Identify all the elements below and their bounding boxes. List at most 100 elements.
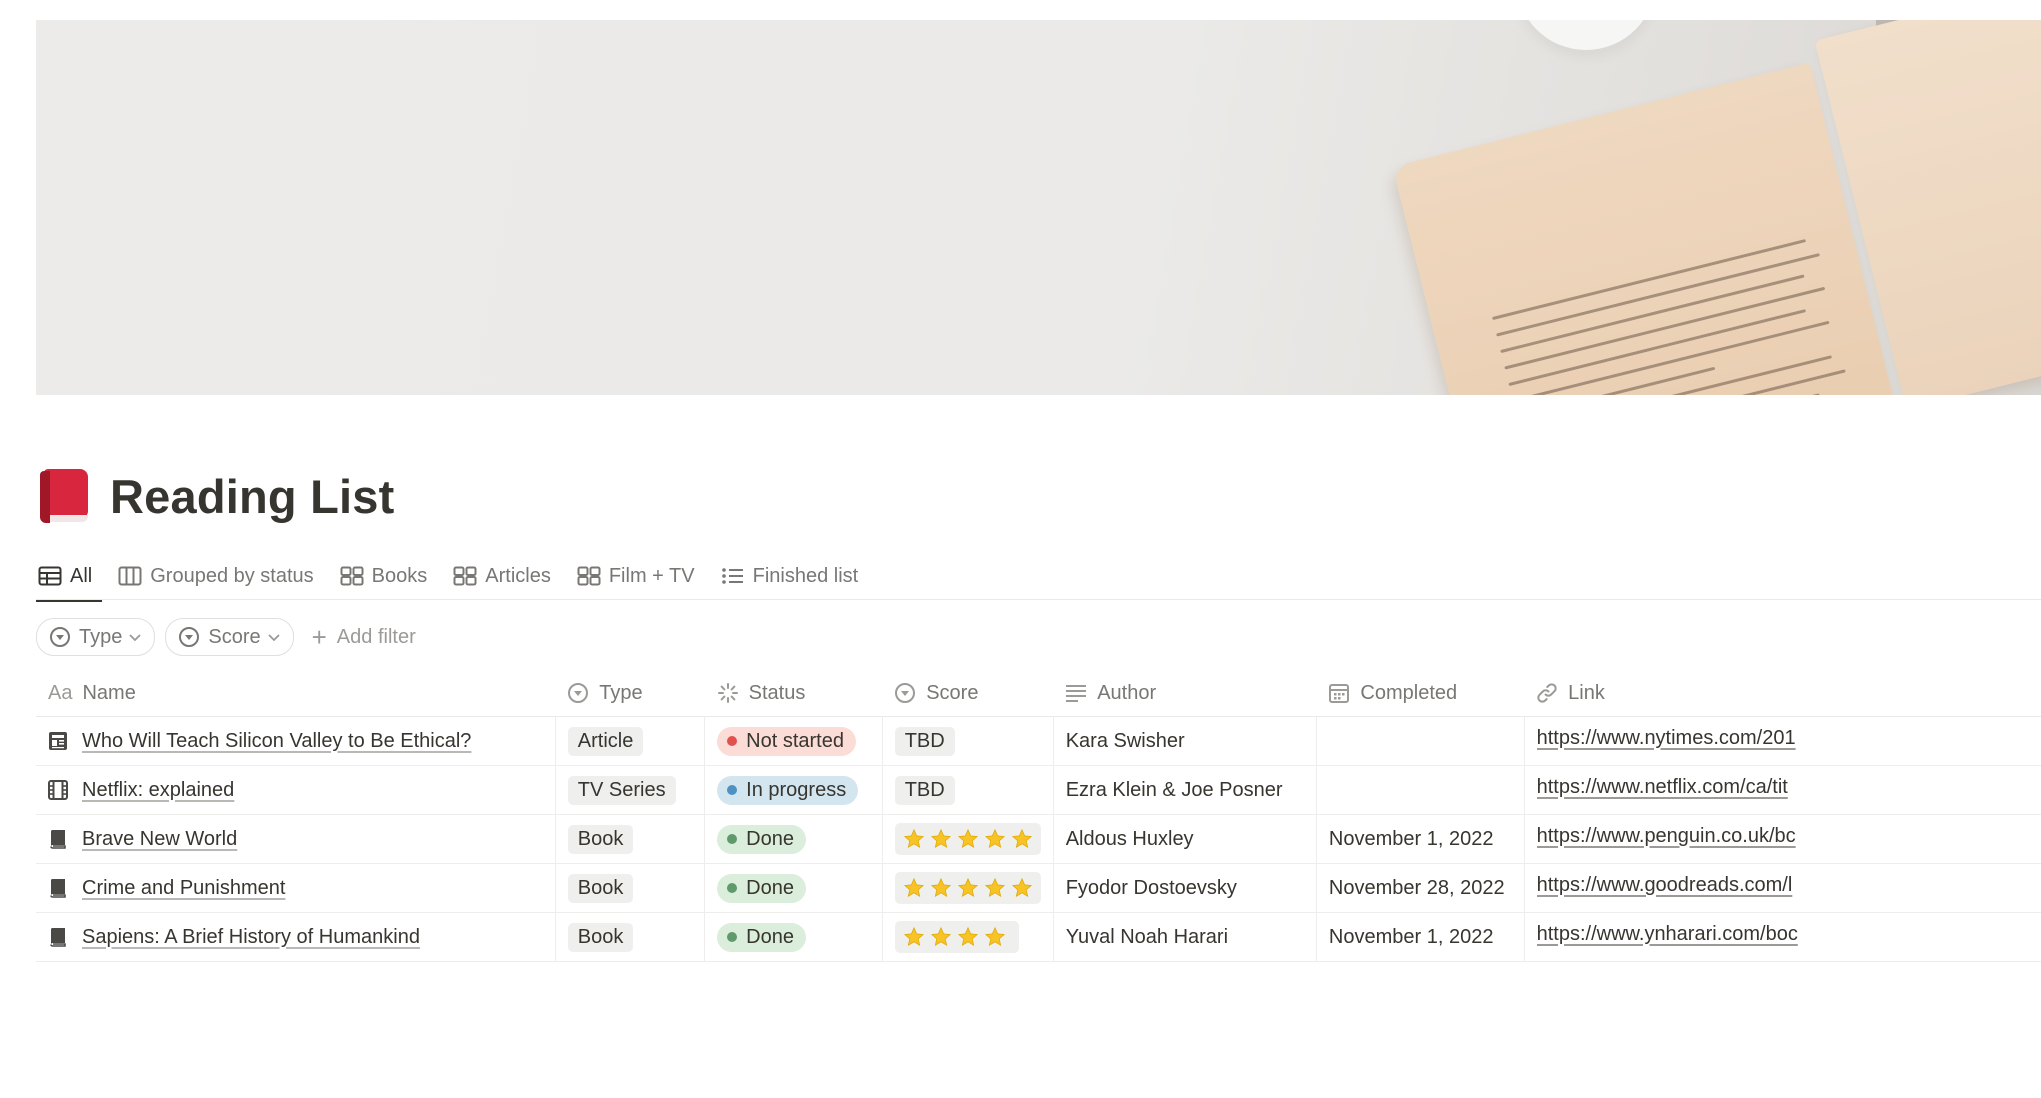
table-row[interactable]: Netflix: explained TV Series In progress… [36, 765, 2041, 815]
status-badge: In progress [717, 775, 859, 805]
table-row[interactable]: Brave New World Book Done Aldous Huxley … [36, 814, 2041, 864]
column-header-score[interactable]: Score [882, 670, 1054, 717]
column-header-completed[interactable]: Completed [1316, 670, 1525, 717]
cell-status[interactable]: Done [704, 912, 883, 962]
book-icon [50, 830, 66, 849]
cell-status[interactable]: Not started [704, 716, 883, 766]
cell-type[interactable]: Article [555, 716, 706, 766]
cell-status[interactable]: Done [704, 863, 883, 913]
filter-chip-score[interactable]: Score [165, 618, 294, 656]
cell-name[interactable]: Crime and Punishment [36, 863, 556, 913]
status-icon [717, 683, 738, 703]
tab-label: Articles [485, 564, 551, 587]
row-link[interactable]: https://www.ynharari.com/boc [1537, 923, 1813, 946]
column-header-name[interactable]: Aa Name [36, 670, 556, 717]
star-icon [984, 877, 1005, 897]
cover-image [36, 20, 2041, 395]
row-link[interactable]: https://www.penguin.co.uk/bc [1537, 825, 1813, 848]
type-tag: Book [567, 873, 634, 903]
column-header-type[interactable]: Type [555, 670, 705, 717]
table-row[interactable]: Crime and Punishment Book Done Fyodor Do… [36, 863, 2041, 913]
cell-completed[interactable]: November 1, 2022 [1316, 912, 1525, 962]
list-icon [721, 568, 743, 584]
cell-score[interactable] [882, 814, 1054, 864]
tab-articles[interactable]: Articles [451, 552, 553, 600]
cell-author[interactable]: Ezra Klein & Joe Posner [1053, 765, 1317, 815]
tab-all[interactable]: All [36, 552, 103, 602]
cell-completed[interactable]: November 1, 2022 [1316, 814, 1525, 864]
row-link[interactable]: https://www.nytimes.com/201 [1537, 727, 1813, 750]
cell-link[interactable]: https://www.nytimes.com/201 [1524, 716, 2041, 766]
cell-status[interactable]: Done [704, 814, 883, 864]
filter-chip-label: Score [208, 625, 261, 648]
table-row[interactable]: Who Will Teach Silicon Valley to Be Ethi… [36, 716, 2041, 766]
book-left-page [1392, 62, 1897, 395]
star-icon [957, 828, 978, 848]
star-rating [894, 920, 1019, 953]
page-title[interactable]: Reading List [110, 469, 394, 524]
chevron-down-icon [129, 634, 141, 642]
cell-score[interactable]: TBD [882, 765, 1054, 815]
row-name[interactable]: Brave New World [82, 828, 237, 851]
filter-chip-type[interactable]: Type [36, 618, 156, 656]
cell-author[interactable]: Fyodor Dostoevsky [1053, 863, 1317, 913]
tabs-divider [36, 599, 2041, 600]
cell-link[interactable]: https://www.goodreads.com/l [1524, 863, 2041, 913]
cell-link[interactable]: https://www.ynharari.com/boc [1524, 912, 2041, 962]
cell-status[interactable]: In progress [704, 765, 883, 815]
cell-author[interactable]: Yuval Noah Harari [1053, 912, 1317, 962]
cell-score[interactable] [882, 912, 1054, 962]
add-filter-label: Add filter [336, 625, 416, 648]
cell-name[interactable]: Who Will Teach Silicon Valley to Be Ethi… [36, 716, 556, 766]
tab-film-tv[interactable]: Film + TV [575, 552, 697, 600]
red-book-icon[interactable] [40, 469, 92, 523]
column-header-status[interactable]: Status [704, 670, 883, 717]
star-icon [957, 926, 978, 946]
cell-name[interactable]: Brave New World [36, 814, 556, 864]
row-name[interactable]: Sapiens: A Brief History of Humankind [82, 926, 420, 949]
cell-type[interactable]: Book [555, 912, 706, 962]
cell-link[interactable]: https://www.netflix.com/ca/tit [1524, 765, 2041, 815]
row-link[interactable]: https://www.goodreads.com/l [1537, 874, 1813, 897]
table-row[interactable]: Sapiens: A Brief History of Humankind Bo… [36, 912, 2041, 962]
cell-name[interactable]: Sapiens: A Brief History of Humankind [36, 912, 556, 962]
star-icon [1011, 877, 1032, 897]
cell-score[interactable] [882, 863, 1054, 913]
article-icon [49, 732, 67, 750]
cell-type[interactable]: TV Series [555, 765, 706, 815]
row-name[interactable]: Who Will Teach Silicon Valley to Be Ethi… [82, 730, 471, 753]
column-header-link[interactable]: Link [1524, 670, 2041, 717]
cell-name[interactable]: Netflix: explained [36, 765, 556, 815]
type-tag: TV Series [567, 775, 676, 805]
table-header-row: Aa Name Type Status Score Author Complete… [36, 670, 2041, 717]
cell-completed[interactable]: November 28, 2022 [1316, 863, 1525, 913]
select-icon [895, 683, 916, 703]
tab-grouped-by-status[interactable]: Grouped by status [116, 552, 315, 600]
page-header: Reading List [40, 466, 394, 526]
row-name[interactable]: Netflix: explained [82, 779, 234, 802]
filter-bar: Type Score + Add filter [36, 617, 416, 657]
cell-completed[interactable] [1316, 716, 1525, 766]
cell-completed[interactable] [1316, 765, 1525, 815]
cell-type[interactable]: Book [555, 814, 706, 864]
tab-label: Books [371, 564, 428, 587]
type-tag: Book [567, 824, 634, 854]
gallery-icon [577, 566, 601, 586]
status-dot [727, 834, 738, 844]
row-link[interactable]: https://www.netflix.com/ca/tit [1537, 776, 1813, 799]
row-name[interactable]: Crime and Punishment [82, 877, 285, 900]
column-header-author[interactable]: Author [1053, 670, 1317, 717]
cell-author[interactable]: Aldous Huxley [1053, 814, 1317, 864]
text-icon [1066, 685, 1087, 702]
cell-type[interactable]: Book [555, 863, 706, 913]
cell-score[interactable]: TBD [882, 716, 1054, 766]
cell-link[interactable]: https://www.penguin.co.uk/bc [1524, 814, 2041, 864]
gallery-icon [340, 566, 364, 586]
tab-books[interactable]: Books [338, 552, 430, 600]
tab-label: Grouped by status [150, 564, 314, 587]
tab-finished-list[interactable]: Finished list [719, 552, 861, 600]
status-badge: Done [717, 922, 806, 952]
select-icon [50, 627, 70, 647]
cell-author[interactable]: Kara Swisher [1053, 716, 1317, 766]
add-filter-button[interactable]: + Add filter [312, 624, 416, 650]
